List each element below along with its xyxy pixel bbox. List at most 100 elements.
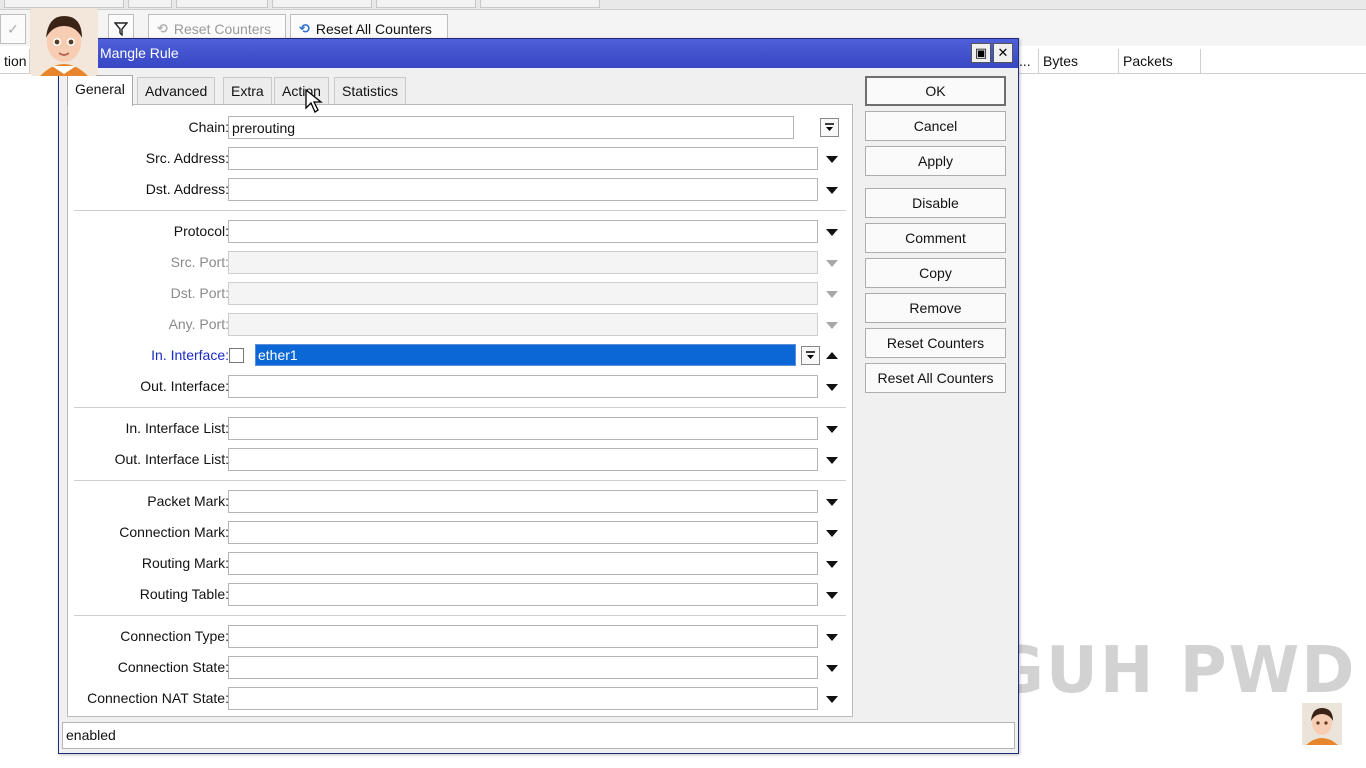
status-bar: enabled xyxy=(62,722,1015,749)
enable-button[interactable]: ✓ xyxy=(0,14,26,44)
chain-label: Chain: xyxy=(188,119,229,135)
connection-mark-field[interactable] xyxy=(228,521,818,544)
apply-button[interactable]: Apply xyxy=(865,146,1006,176)
routing-table-label: Routing Table: xyxy=(139,586,229,602)
in-interface-row: In. Interface: ether1 xyxy=(68,344,854,368)
src-port-label: Src. Port: xyxy=(170,254,229,270)
general-tab-panel: Chain: prerouting Src. Address: Dst. Add… xyxy=(67,104,853,717)
dst-port-expand-icon xyxy=(825,287,839,301)
protocol-field[interactable] xyxy=(228,220,818,243)
any-port-label: Any. Port: xyxy=(168,316,229,332)
out-interface-list-label: Out. Interface List: xyxy=(114,451,229,467)
copy-button[interactable]: Copy xyxy=(865,258,1006,288)
mangle-rule-dialog: Mangle Rule ▣ ✕ General Advanced Extra A… xyxy=(58,38,1019,754)
background-tab[interactable] xyxy=(376,0,476,8)
routing-table-row: Routing Table: xyxy=(68,583,854,607)
connection-state-expand-icon[interactable] xyxy=(825,661,839,675)
column-header-truncated[interactable]: ... xyxy=(1019,49,1039,73)
maximize-icon: ▣ xyxy=(974,45,988,60)
routing-mark-label: Routing Mark: xyxy=(141,555,229,571)
in-interface-negate-checkbox[interactable] xyxy=(229,348,244,363)
check-icon: ✓ xyxy=(7,20,19,37)
routing-table-expand-icon[interactable] xyxy=(825,588,839,602)
packet-mark-expand-icon[interactable] xyxy=(825,495,839,509)
in-interface-list-expand-icon[interactable] xyxy=(825,422,839,436)
tab-statistics[interactable]: Statistics xyxy=(334,77,407,105)
in-interface-field[interactable]: ether1 xyxy=(255,344,796,366)
in-interface-list-field[interactable] xyxy=(228,417,818,440)
in-interface-list-row: In. Interface List: xyxy=(68,417,854,441)
protocol-expand-icon[interactable] xyxy=(825,225,839,239)
connection-type-expand-icon[interactable] xyxy=(825,630,839,644)
any-port-field xyxy=(228,313,818,336)
connection-state-field[interactable] xyxy=(228,656,818,679)
cancel-button[interactable]: Cancel xyxy=(865,111,1006,141)
background-tab[interactable] xyxy=(4,0,124,8)
dst-port-field xyxy=(228,282,818,305)
reset-all-counters-button[interactable]: Reset All Counters xyxy=(865,363,1006,393)
reset-icon: ⟲ xyxy=(157,21,168,36)
column-header-packets[interactable]: Packets xyxy=(1119,49,1201,73)
protocol-row: Protocol: xyxy=(68,220,854,244)
packet-mark-field[interactable] xyxy=(228,490,818,513)
close-icon: ✕ xyxy=(997,45,1009,60)
column-header-bytes[interactable]: Bytes xyxy=(1039,49,1119,73)
connection-type-field[interactable] xyxy=(228,625,818,648)
background-tab[interactable] xyxy=(176,0,268,8)
comment-button[interactable]: Comment xyxy=(865,223,1006,253)
maximize-button[interactable]: ▣ xyxy=(971,43,991,63)
src-port-expand-icon xyxy=(825,256,839,270)
background-tab[interactable] xyxy=(480,0,600,8)
connection-nat-state-row: Connection NAT State: xyxy=(68,687,854,711)
chain-field[interactable]: prerouting xyxy=(228,116,794,139)
dst-address-expand-icon[interactable] xyxy=(825,183,839,197)
chain-row: Chain: prerouting xyxy=(68,116,854,140)
out-interface-expand-icon[interactable] xyxy=(825,380,839,394)
in-interface-collapse-icon[interactable] xyxy=(825,349,839,363)
routing-mark-row: Routing Mark: xyxy=(68,552,854,576)
dst-address-row: Dst. Address: xyxy=(68,178,854,202)
mouse-cursor-icon xyxy=(304,88,324,114)
connection-type-label: Connection Type: xyxy=(120,628,229,644)
dst-address-field[interactable] xyxy=(228,178,818,201)
out-interface-list-field[interactable] xyxy=(228,448,818,471)
connection-nat-state-expand-icon[interactable] xyxy=(825,692,839,706)
reset-counters-button[interactable]: Reset Counters xyxy=(865,328,1006,358)
connection-state-label: Connection State: xyxy=(117,659,229,675)
chain-dropdown-button[interactable] xyxy=(820,118,839,137)
routing-mark-field[interactable] xyxy=(228,552,818,575)
ok-button[interactable]: OK xyxy=(865,76,1006,106)
section-divider xyxy=(74,407,846,408)
src-address-row: Src. Address: xyxy=(68,147,854,171)
reset-all-counters-toolbar-label: Reset All Counters xyxy=(315,21,432,37)
dst-port-row: Dst. Port: xyxy=(68,282,854,306)
dialog-titlebar[interactable]: Mangle Rule ▣ ✕ xyxy=(59,39,1018,68)
routing-mark-expand-icon[interactable] xyxy=(825,557,839,571)
background-tab[interactable] xyxy=(272,0,372,8)
tab-general[interactable]: General xyxy=(67,75,133,106)
connection-mark-expand-icon[interactable] xyxy=(825,526,839,540)
in-interface-label: In. Interface: xyxy=(151,347,229,363)
in-interface-list-label: In. Interface List: xyxy=(125,420,230,436)
in-interface-dropdown-button[interactable] xyxy=(801,346,820,365)
src-address-label: Src. Address: xyxy=(145,150,229,166)
tab-extra[interactable]: Extra xyxy=(223,77,272,105)
protocol-label: Protocol: xyxy=(173,223,229,239)
out-interface-field[interactable] xyxy=(228,375,818,398)
connection-mark-row: Connection Mark: xyxy=(68,521,854,545)
column-header-action[interactable]: tion xyxy=(0,49,30,73)
disable-button[interactable]: Disable xyxy=(865,188,1006,218)
dropdown-icon xyxy=(825,123,834,131)
remove-button[interactable]: Remove xyxy=(865,293,1006,323)
close-button[interactable]: ✕ xyxy=(993,43,1013,63)
any-port-expand-icon xyxy=(825,318,839,332)
src-address-expand-icon[interactable] xyxy=(825,152,839,166)
src-address-field[interactable] xyxy=(228,147,818,170)
out-interface-list-expand-icon[interactable] xyxy=(825,453,839,467)
background-tab[interactable] xyxy=(128,0,172,8)
presenter-avatar xyxy=(30,8,98,76)
connection-nat-state-field[interactable] xyxy=(228,687,818,710)
tab-advanced[interactable]: Advanced xyxy=(137,77,216,105)
reset-icon: ⟲ xyxy=(299,21,310,36)
routing-table-field[interactable] xyxy=(228,583,818,606)
